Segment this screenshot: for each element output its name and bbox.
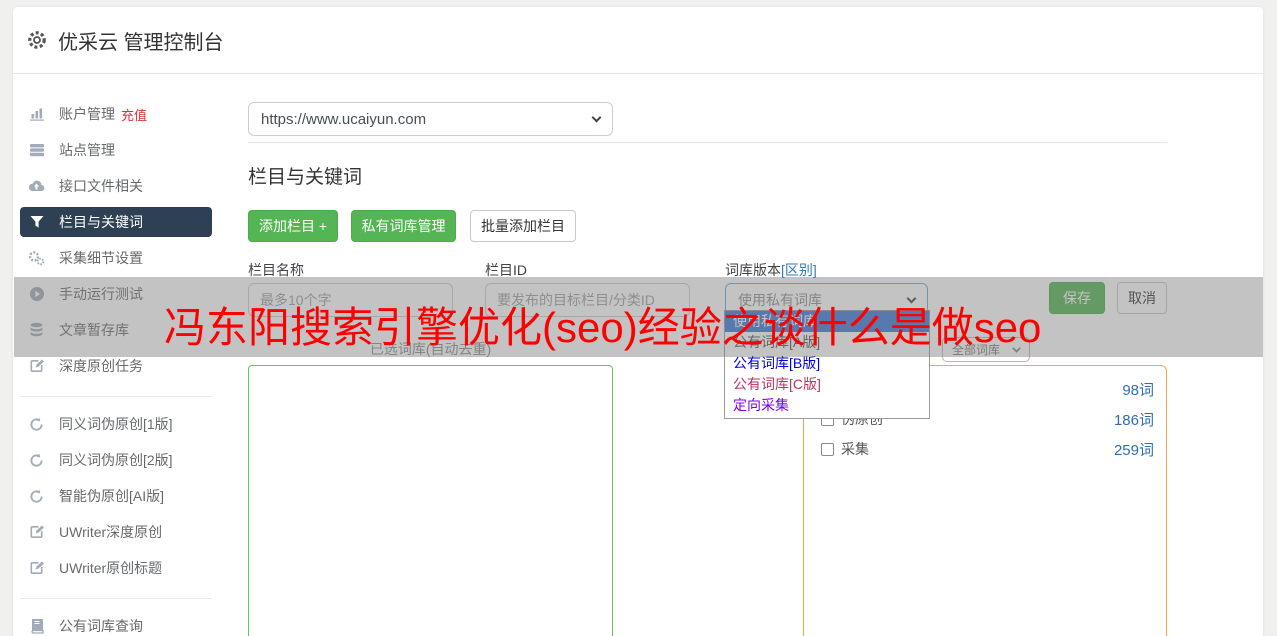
refresh-icon bbox=[27, 453, 46, 468]
word-count: 186词 bbox=[1113, 411, 1154, 429]
sidebar-item-synonym-v1[interactable]: 同义词伪原创[1版] bbox=[20, 406, 212, 442]
sidebar-item-label: 接口文件相关 bbox=[59, 178, 143, 194]
sidebar-item-label: 采集细节设置 bbox=[59, 250, 143, 266]
sidebar: 账户管理 充值 站点管理 接口文件相关 栏目与关键词 采集细节设置 手动运行测试… bbox=[20, 96, 212, 636]
gears-icon bbox=[27, 250, 46, 266]
add-column-button[interactable]: 添加栏目 + bbox=[248, 210, 338, 242]
sidebar-item-label: 账户管理 bbox=[59, 106, 115, 122]
recharge-badge[interactable]: 充值 bbox=[121, 105, 147, 124]
sidebar-item-label: 深度原创任务 bbox=[59, 358, 143, 374]
chevron-down-icon bbox=[591, 112, 602, 123]
gear-icon bbox=[26, 29, 48, 51]
lexicon-version-label-text: 词库版本 bbox=[725, 262, 781, 278]
sidebar-divider bbox=[20, 598, 212, 599]
checkbox[interactable] bbox=[821, 442, 834, 456]
sidebar-item-uwriter-deep[interactable]: UWriter深度原创 bbox=[20, 514, 212, 550]
edit-icon bbox=[27, 358, 46, 374]
sidebar-item-ai-rewrite[interactable]: 智能伪原创[AI版] bbox=[20, 478, 212, 514]
refresh-icon bbox=[27, 417, 46, 432]
sidebar-item-sites[interactable]: 站点管理 bbox=[20, 132, 212, 168]
sidebar-item-columns-keywords[interactable]: 栏目与关键词 bbox=[20, 207, 212, 237]
sidebar-divider bbox=[20, 396, 212, 397]
page: 优采云 管理控制台 账户管理 充值 站点管理 接口文件相关 栏目与关键词 采集细… bbox=[0, 0, 1277, 636]
sidebar-item-label: UWriter深度原创 bbox=[59, 524, 163, 540]
private-lexicon-button[interactable]: 私有词库管理 bbox=[351, 210, 456, 242]
refresh-icon bbox=[27, 489, 46, 504]
sidebar-item-label: 栏目与关键词 bbox=[59, 214, 143, 230]
sidebar-item-label: 智能伪原创[AI版] bbox=[59, 488, 165, 504]
server-icon bbox=[27, 142, 46, 158]
site-select-value: https://www.ucaiyun.com bbox=[261, 110, 427, 128]
site-select[interactable]: https://www.ucaiyun.com bbox=[248, 102, 613, 136]
section-divider bbox=[248, 142, 1167, 143]
cloud-upload-icon bbox=[27, 178, 46, 194]
overlay-caption: 冯东阳搜索引擎优化(seo)经验之谈什么是做seo bbox=[164, 304, 1042, 351]
page-title: 栏目与关键词 bbox=[248, 167, 363, 188]
sidebar-item-uwriter-title[interactable]: UWriter原创标题 bbox=[20, 550, 212, 586]
sidebar-item-label: 公有词库查询 bbox=[59, 618, 143, 634]
sidebar-item-synonym-v2[interactable]: 同义词伪原创[2版] bbox=[20, 442, 212, 478]
edit-icon bbox=[27, 524, 46, 540]
bar-chart-icon bbox=[27, 106, 46, 122]
sidebar-item-collect-settings[interactable]: 采集细节设置 bbox=[20, 240, 212, 276]
sidebar-item-label: 同义词伪原创[2版] bbox=[59, 452, 173, 468]
dropdown-option-public-c[interactable]: 公有词库[C版] bbox=[725, 374, 929, 395]
batch-add-button[interactable]: 批量添加栏目 bbox=[470, 210, 576, 242]
sidebar-item-label: 站点管理 bbox=[59, 142, 115, 158]
book-icon bbox=[27, 618, 46, 634]
sidebar-item-interface-files[interactable]: 接口文件相关 bbox=[20, 168, 212, 204]
edit-icon bbox=[27, 560, 46, 576]
sidebar-item-label: 同义词伪原创[1版] bbox=[59, 416, 173, 432]
selected-keywords-textarea[interactable] bbox=[248, 365, 613, 636]
app-title: 优采云 管理控制台 bbox=[58, 31, 224, 54]
sidebar-item-label: UWriter原创标题 bbox=[59, 560, 163, 576]
sidebar-item-public-lexicon-query[interactable]: 公有词库查询 bbox=[20, 608, 212, 636]
sidebar-item-account[interactable]: 账户管理 充值 bbox=[20, 96, 212, 132]
version-diff-link[interactable]: [区别] bbox=[781, 262, 817, 278]
lexicon-row: 采集 259词 bbox=[821, 438, 1154, 460]
word-count: 259词 bbox=[1113, 441, 1154, 459]
filter-icon bbox=[27, 215, 46, 229]
lexicon-row-label: 采集 bbox=[841, 441, 869, 457]
word-count: 98词 bbox=[1122, 381, 1154, 399]
dropdown-option-directed-collect[interactable]: 定向采集 bbox=[725, 395, 929, 416]
app-header: 优采云 管理控制台 bbox=[13, 7, 1263, 74]
